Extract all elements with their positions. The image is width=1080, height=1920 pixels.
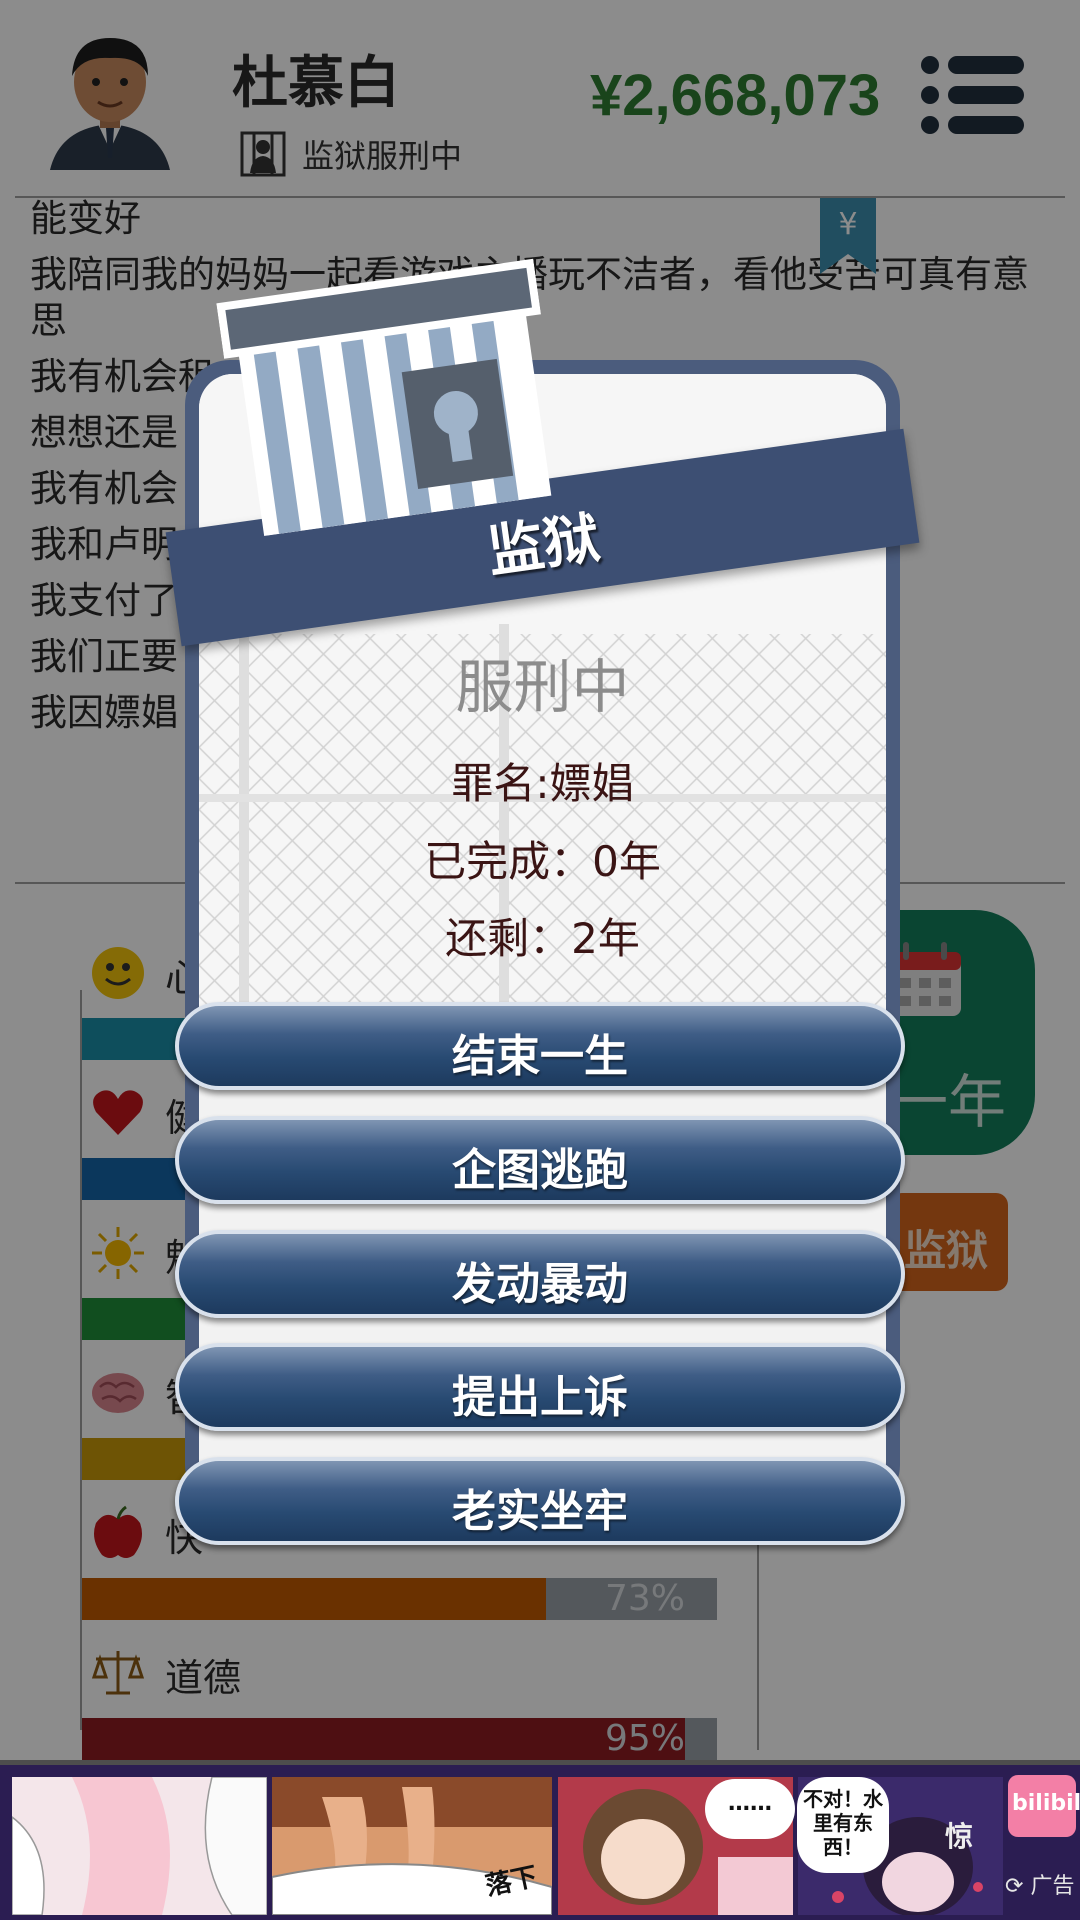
start-riot-label: 发动暴动 bbox=[452, 1259, 628, 1310]
serve-sentence-label: 老实坐牢 bbox=[452, 1486, 628, 1537]
start-riot-button[interactable]: 发动暴动 bbox=[175, 1230, 905, 1318]
attempt-escape-button[interactable]: 企图逃跑 bbox=[175, 1116, 905, 1204]
end-life-button[interactable]: 结束一生 bbox=[175, 1002, 905, 1090]
ad-speech-bubble: 不对！水里有东西！ bbox=[797, 1777, 889, 1873]
file-appeal-button[interactable]: 提出上诉 bbox=[175, 1343, 905, 1431]
ad-caption: 惊 bbox=[945, 1820, 974, 1853]
brand-name: bilibili bbox=[1012, 1791, 1080, 1816]
bilibili-logo: bilibili bbox=[1008, 1775, 1080, 1837]
crime-name: 罪名:嫖娼 bbox=[451, 759, 634, 808]
attempt-escape-label: 企图逃跑 bbox=[452, 1145, 628, 1196]
ad-speech-bubble: …… bbox=[705, 1779, 795, 1839]
ad-label: ⟳ 广告 bbox=[1005, 1874, 1075, 1899]
ad-tag-text: 广告 bbox=[1030, 1874, 1075, 1899]
years-remaining: 还剩：2年 bbox=[445, 914, 640, 963]
end-life-label: 结束一生 bbox=[452, 1031, 628, 1082]
file-appeal-label: 提出上诉 bbox=[452, 1372, 628, 1423]
ad-banner[interactable]: 落下 …… 不对！水里有东西！ 惊 bbox=[0, 1765, 1080, 1920]
ad-panel-1 bbox=[12, 1777, 267, 1915]
sentence-status: 服刑中 bbox=[455, 653, 630, 721]
prison-cell-icon bbox=[216, 258, 552, 539]
serve-sentence-button[interactable]: 老实坐牢 bbox=[175, 1457, 905, 1545]
years-completed: 已完成：0年 bbox=[424, 837, 661, 886]
